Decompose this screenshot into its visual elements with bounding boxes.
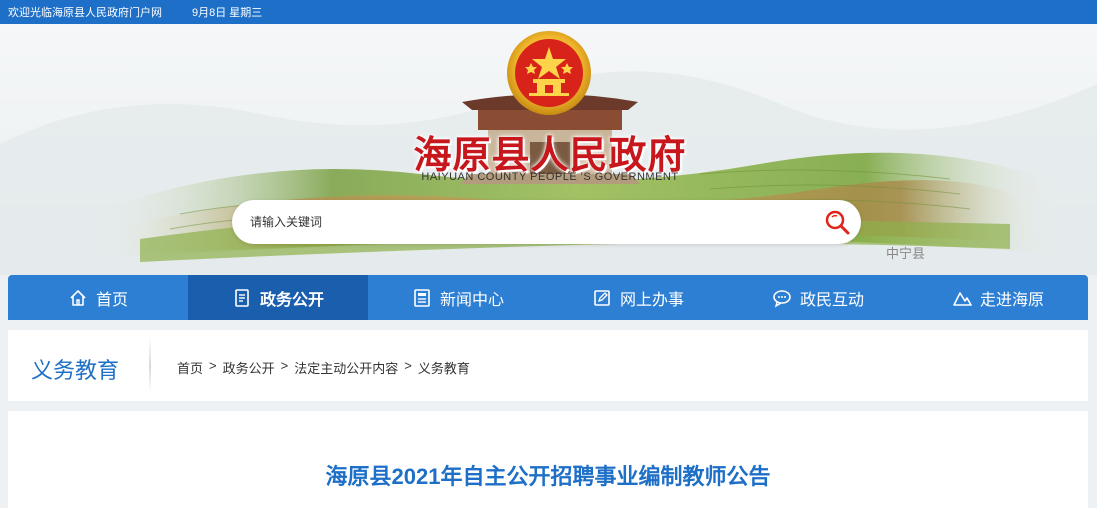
search-icon (825, 210, 850, 235)
breadcrumb-panel: 义务教育 首页 > 政务公开 > 法定主动公开内容 > 义务教育 (8, 330, 1088, 401)
section-title: 义务教育 (31, 358, 120, 383)
nav-item-label: 网上办事 (619, 291, 684, 309)
top-bar: 欢迎光临海原县人民政府门户网 9月8日 星期三 (0, 0, 1097, 24)
divider (149, 338, 151, 393)
government-subtitle: HAIYUAN COUNTY PEOPLE 'S GOVERNMENT (421, 171, 679, 183)
nav-item-gov-affairs[interactable]: 政务公开 (188, 275, 368, 320)
breadcrumb-home[interactable]: 首页 (177, 358, 203, 377)
breadcrumb-separator: > (209, 358, 217, 373)
date-text: 9月8日 星期三 (192, 7, 263, 19)
nav-item-label: 首页 (95, 291, 128, 309)
search-bar (232, 200, 861, 244)
chat-icon (773, 289, 791, 307)
map-county-label: 中宁县 (886, 246, 926, 261)
article-panel: 海原县2021年自主公开招聘事业编制教师公告 (8, 411, 1088, 508)
header-banner: 海原县人民政府 HAIYUAN COUNTY PEOPLE 'S GOVERNM… (0, 24, 1097, 275)
nav-item-interaction[interactable]: 政民互动 (728, 275, 908, 320)
search-button[interactable] (823, 208, 853, 238)
breadcrumb-separator: > (404, 358, 412, 373)
nav-item-label: 走进海原 (979, 291, 1044, 309)
mountain-icon (953, 291, 972, 306)
welcome-text: 欢迎光临海原县人民政府门户网 (8, 7, 162, 19)
document-icon (235, 288, 249, 307)
breadcrumb: 首页 > 政务公开 > 法定主动公开内容 > 义务教育 (177, 358, 470, 377)
national-emblem-icon (506, 29, 592, 115)
news-icon (414, 288, 430, 307)
breadcrumb-compulsory-education[interactable]: 义务教育 (418, 358, 470, 377)
breadcrumb-statutory-disclosure[interactable]: 法定主动公开内容 (294, 358, 398, 377)
nav-item-news[interactable]: 新闻中心 (368, 275, 548, 320)
main-nav: 首页 政务公开 新闻中心 网上办事 政民互动 走进海原 (8, 275, 1088, 320)
nav-item-label: 政务公开 (259, 291, 324, 309)
article-title: 海原县2021年自主公开招聘事业编制教师公告 (325, 464, 771, 489)
nav-item-label: 新闻中心 (439, 291, 504, 309)
edit-icon (594, 289, 610, 306)
nav-item-about-haiyuan[interactable]: 走进海原 (908, 275, 1088, 320)
breadcrumb-gov-affairs[interactable]: 政务公开 (223, 358, 275, 377)
search-input[interactable] (250, 212, 810, 232)
nav-item-online-services[interactable]: 网上办事 (548, 275, 728, 320)
breadcrumb-separator: > (280, 358, 289, 373)
nav-item-label: 政民互动 (799, 291, 864, 309)
nav-item-home[interactable]: 首页 (8, 275, 188, 320)
home-icon (70, 289, 86, 306)
